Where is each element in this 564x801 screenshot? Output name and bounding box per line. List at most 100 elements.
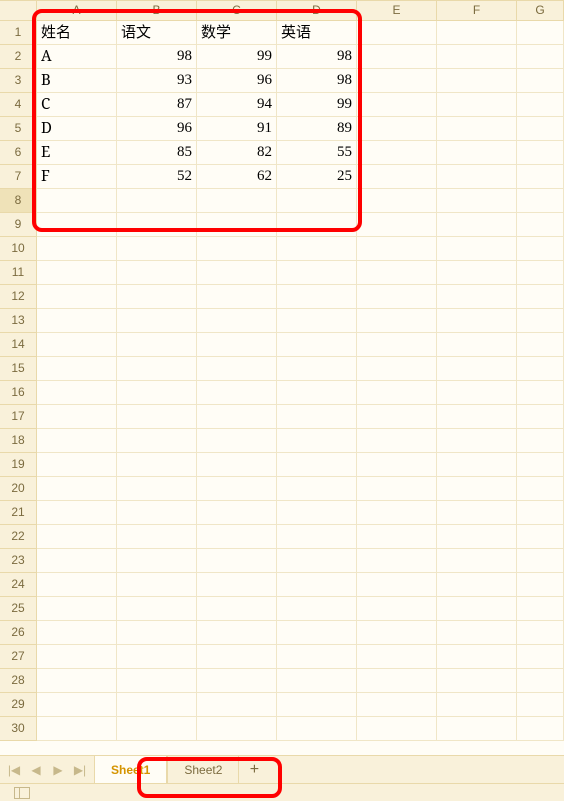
cell[interactable] [197, 381, 277, 404]
cell[interactable] [197, 213, 277, 236]
cell[interactable] [197, 717, 277, 740]
cell[interactable] [437, 501, 517, 524]
cell[interactable] [277, 381, 357, 404]
row-header-30[interactable]: 30 [0, 717, 37, 741]
cell[interactable] [357, 693, 437, 716]
cell[interactable] [277, 549, 357, 572]
cell[interactable] [357, 573, 437, 596]
cell[interactable] [437, 549, 517, 572]
cell[interactable] [277, 285, 357, 308]
cell[interactable] [37, 285, 117, 308]
cell[interactable] [517, 501, 564, 524]
row-header-24[interactable]: 24 [0, 573, 37, 597]
cell[interactable] [517, 453, 564, 476]
cell[interactable] [117, 333, 197, 356]
cell[interactable]: 25 [277, 165, 357, 188]
cell[interactable] [437, 573, 517, 596]
nav-last-icon[interactable]: ▶| [70, 758, 90, 782]
cell[interactable] [197, 189, 277, 212]
row-header-20[interactable]: 20 [0, 477, 37, 501]
cell[interactable] [277, 261, 357, 284]
cell[interactable] [357, 597, 437, 620]
cell[interactable] [357, 357, 437, 380]
cell[interactable] [277, 501, 357, 524]
cell[interactable] [277, 693, 357, 716]
cell[interactable] [197, 309, 277, 332]
cell[interactable] [437, 357, 517, 380]
cell[interactable] [357, 141, 437, 164]
tab-sheet2[interactable]: Sheet2 [167, 756, 238, 783]
cell[interactable]: 62 [197, 165, 277, 188]
cell[interactable] [517, 549, 564, 572]
column-header-F[interactable]: F [437, 1, 517, 20]
cell[interactable] [437, 21, 517, 44]
nav-next-icon[interactable]: ▶ [48, 758, 68, 782]
cell[interactable] [437, 717, 517, 740]
cell[interactable] [357, 93, 437, 116]
cell[interactable] [37, 645, 117, 668]
row-header-18[interactable]: 18 [0, 429, 37, 453]
cell[interactable]: 98 [277, 69, 357, 92]
cell[interactable] [277, 597, 357, 620]
cell[interactable] [277, 717, 357, 740]
cell[interactable]: A [37, 45, 117, 68]
cell[interactable] [117, 597, 197, 620]
cell[interactable] [437, 621, 517, 644]
cell[interactable] [277, 645, 357, 668]
select-all-corner[interactable] [0, 1, 37, 20]
cell[interactable] [517, 573, 564, 596]
cell[interactable]: B [37, 69, 117, 92]
cell[interactable] [117, 357, 197, 380]
row-header-3[interactable]: 3 [0, 69, 37, 93]
row-header-5[interactable]: 5 [0, 117, 37, 141]
cell[interactable] [517, 621, 564, 644]
cell[interactable] [517, 189, 564, 212]
cell[interactable] [357, 285, 437, 308]
cell[interactable] [117, 381, 197, 404]
cell[interactable] [437, 333, 517, 356]
cell[interactable] [437, 597, 517, 620]
row-header-8[interactable]: 8 [0, 189, 37, 213]
cell[interactable] [437, 237, 517, 260]
cell[interactable] [197, 645, 277, 668]
cell[interactable] [117, 405, 197, 428]
cell[interactable] [197, 237, 277, 260]
cell[interactable] [117, 309, 197, 332]
cell[interactable] [197, 525, 277, 548]
cell[interactable] [37, 309, 117, 332]
cell[interactable] [117, 693, 197, 716]
row-header-25[interactable]: 25 [0, 597, 37, 621]
cell[interactable] [117, 213, 197, 236]
cell[interactable] [517, 237, 564, 260]
cell[interactable] [37, 693, 117, 716]
row-header-11[interactable]: 11 [0, 261, 37, 285]
cell[interactable] [437, 93, 517, 116]
cell[interactable]: E [37, 141, 117, 164]
cell[interactable] [197, 261, 277, 284]
column-header-A[interactable]: A [37, 1, 117, 20]
row-header-6[interactable]: 6 [0, 141, 37, 165]
cell[interactable] [517, 669, 564, 692]
row-header-21[interactable]: 21 [0, 501, 37, 525]
cell[interactable]: 99 [197, 45, 277, 68]
cell[interactable] [37, 477, 117, 500]
cell[interactable] [117, 501, 197, 524]
cell-grid[interactable]: 姓名语文数学英语A989998B939698C879499D969189E858… [37, 21, 564, 738]
cell[interactable]: F [37, 165, 117, 188]
cell[interactable]: 数学 [197, 21, 277, 44]
cell[interactable] [37, 381, 117, 404]
row-header-14[interactable]: 14 [0, 333, 37, 357]
cell[interactable] [517, 645, 564, 668]
cell[interactable] [37, 357, 117, 380]
cell[interactable] [37, 717, 117, 740]
cell[interactable] [277, 237, 357, 260]
cell[interactable]: 99 [277, 93, 357, 116]
cell[interactable] [517, 21, 564, 44]
row-header-10[interactable]: 10 [0, 237, 37, 261]
cell[interactable] [37, 429, 117, 452]
cell[interactable] [437, 165, 517, 188]
cell[interactable] [197, 333, 277, 356]
cell[interactable]: 85 [117, 141, 197, 164]
cell[interactable] [357, 69, 437, 92]
cell[interactable] [357, 429, 437, 452]
